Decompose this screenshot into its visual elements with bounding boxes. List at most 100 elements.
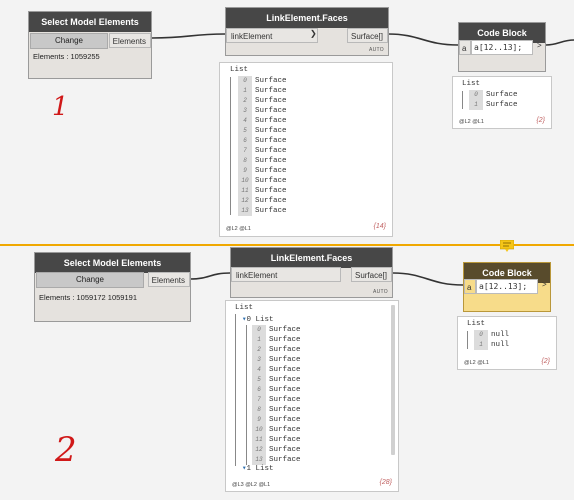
code-preview-bubble: List 0 Surface 1 Surface @L2 @L1 {2}: [452, 76, 552, 129]
list-index: 2: [238, 96, 252, 106]
list-item: 11 Surface: [252, 435, 301, 445]
list-index: 2: [252, 345, 266, 355]
list-levels: @L2 @L1: [464, 360, 489, 366]
list-value: Surface: [255, 197, 287, 205]
preview-scrollbar[interactable]: [391, 305, 395, 455]
list-index: 1: [474, 340, 488, 350]
item-count: {2}: [536, 117, 545, 124]
wire-upper-3: [545, 39, 574, 46]
elements-output-port[interactable]: Elements: [108, 33, 151, 48]
list-value: Surface: [269, 356, 301, 364]
list-index: 0: [469, 90, 483, 100]
list-item: 10 Surface: [252, 425, 301, 435]
change-button[interactable]: Change: [36, 272, 144, 288]
list-item: 4 Surface: [238, 116, 287, 126]
list-index: 6: [238, 136, 252, 146]
list-value: Surface: [269, 446, 301, 454]
preview-list-title: List: [462, 80, 481, 88]
list-index: 1: [469, 100, 483, 110]
surface-output-port[interactable]: Surface[]: [350, 267, 392, 282]
faces-preview-bubble: List ▾0 List 0 Surface 1 Surface 2 Surface 3 Su…: [225, 300, 399, 492]
list-item: 9 Surface: [252, 415, 301, 425]
list-value: null: [491, 341, 510, 349]
list-value: Surface: [255, 127, 287, 135]
list-value: Surface: [486, 101, 518, 109]
code-preview-bubble: List 0 null 1 null @L2 @L1 {2}: [457, 316, 557, 370]
linkelement-input-port[interactable]: linkElement: [231, 267, 341, 282]
lacing-auto-label: AUTO: [373, 289, 388, 295]
code-block-node[interactable]: Code Block a a[12..13]; >: [463, 262, 551, 312]
list-value: Surface: [255, 147, 287, 155]
dynamo-canvas[interactable]: Select Model Elements Change Elements El…: [0, 0, 574, 500]
list-index: 6: [252, 385, 266, 395]
list-value: Surface: [255, 117, 287, 125]
code-input-port-a[interactable]: a: [459, 40, 471, 55]
list-item: 4 Surface: [252, 365, 301, 375]
list-item: 1 Surface: [469, 100, 518, 110]
list-index: 3: [238, 106, 252, 116]
list-item: 5 Surface: [252, 375, 301, 385]
list-value: Surface: [255, 187, 287, 195]
list-value: Surface: [269, 326, 301, 334]
list-index: 13: [238, 206, 252, 216]
list-index: 8: [238, 156, 252, 166]
list-value: Surface: [269, 426, 301, 434]
list-item: 0 Surface: [238, 76, 287, 86]
list-item: 8 Surface: [238, 156, 287, 166]
change-button[interactable]: Change: [30, 33, 108, 49]
code-output-port[interactable]: >: [537, 41, 542, 50]
list-levels: @L2 @L1: [226, 226, 251, 232]
item-count: {28}: [379, 479, 392, 486]
select-model-elements-node[interactable]: Select Model Elements Change Elements El…: [28, 11, 152, 79]
list-index: 0: [238, 76, 252, 86]
list-index: 8: [252, 405, 266, 415]
list-index: 9: [252, 415, 266, 425]
list-index: 9: [238, 166, 252, 176]
tree-line: [235, 314, 236, 466]
code-input-port-a[interactable]: a: [464, 279, 476, 294]
list-index: 7: [252, 395, 266, 405]
wire-lower-2: [392, 272, 464, 286]
item-count: {2}: [541, 358, 550, 365]
comment-icon[interactable]: [500, 240, 514, 252]
code-block-node[interactable]: Code Block a a[12..13]; >: [458, 22, 546, 72]
linkelement-input-port[interactable]: linkElement: [226, 28, 318, 43]
elements-output-port[interactable]: Elements: [147, 272, 190, 287]
list-index: 11: [238, 186, 252, 196]
list-item: 7 Surface: [252, 395, 301, 405]
section-divider: [0, 244, 574, 246]
linkelement-faces-node[interactable]: LinkElement.Faces linkElement Surface[] …: [230, 247, 393, 298]
list-item: 12 Surface: [252, 445, 301, 455]
node-title: Select Model Elements: [29, 12, 151, 32]
list-index: 0: [474, 330, 488, 340]
list-item: 13 Surface: [238, 206, 287, 216]
list-value: Surface: [269, 436, 301, 444]
preview-list-title: List: [235, 304, 254, 312]
surface-output-port[interactable]: Surface[]: [346, 28, 388, 43]
wire-lower-1: [189, 272, 231, 280]
list-index: 1: [238, 86, 252, 96]
list-item: 6 Surface: [252, 385, 301, 395]
code-output-port[interactable]: >: [542, 280, 547, 289]
list-value: null: [491, 331, 510, 339]
list-item: 12 Surface: [238, 196, 287, 206]
lacing-auto-label: AUTO: [369, 47, 384, 53]
elements-id-text: Elements : 1059172 1059191: [39, 293, 137, 302]
list-value: Surface: [255, 157, 287, 165]
code-editor[interactable]: a[12..13];: [476, 279, 538, 294]
list-value: Surface: [255, 137, 287, 145]
preview-list-title: List: [230, 66, 249, 74]
tree-line: [467, 331, 468, 349]
item-count: {14}: [373, 223, 386, 230]
sublist-header-1: ▾1 List: [242, 465, 274, 473]
code-editor[interactable]: a[12..13];: [471, 40, 533, 55]
list-value: Surface: [269, 416, 301, 424]
list-index: 11: [252, 435, 266, 445]
tree-line: [246, 325, 247, 465]
select-model-elements-node[interactable]: Select Model Elements Change Elements El…: [34, 252, 191, 322]
list-value: Surface: [269, 406, 301, 414]
preview-list-title: List: [467, 320, 486, 328]
list-index: 10: [238, 176, 252, 186]
linkelement-faces-node[interactable]: LinkElement.Faces linkElement ❯ Surface[…: [225, 7, 389, 56]
list-index: 4: [252, 365, 266, 375]
